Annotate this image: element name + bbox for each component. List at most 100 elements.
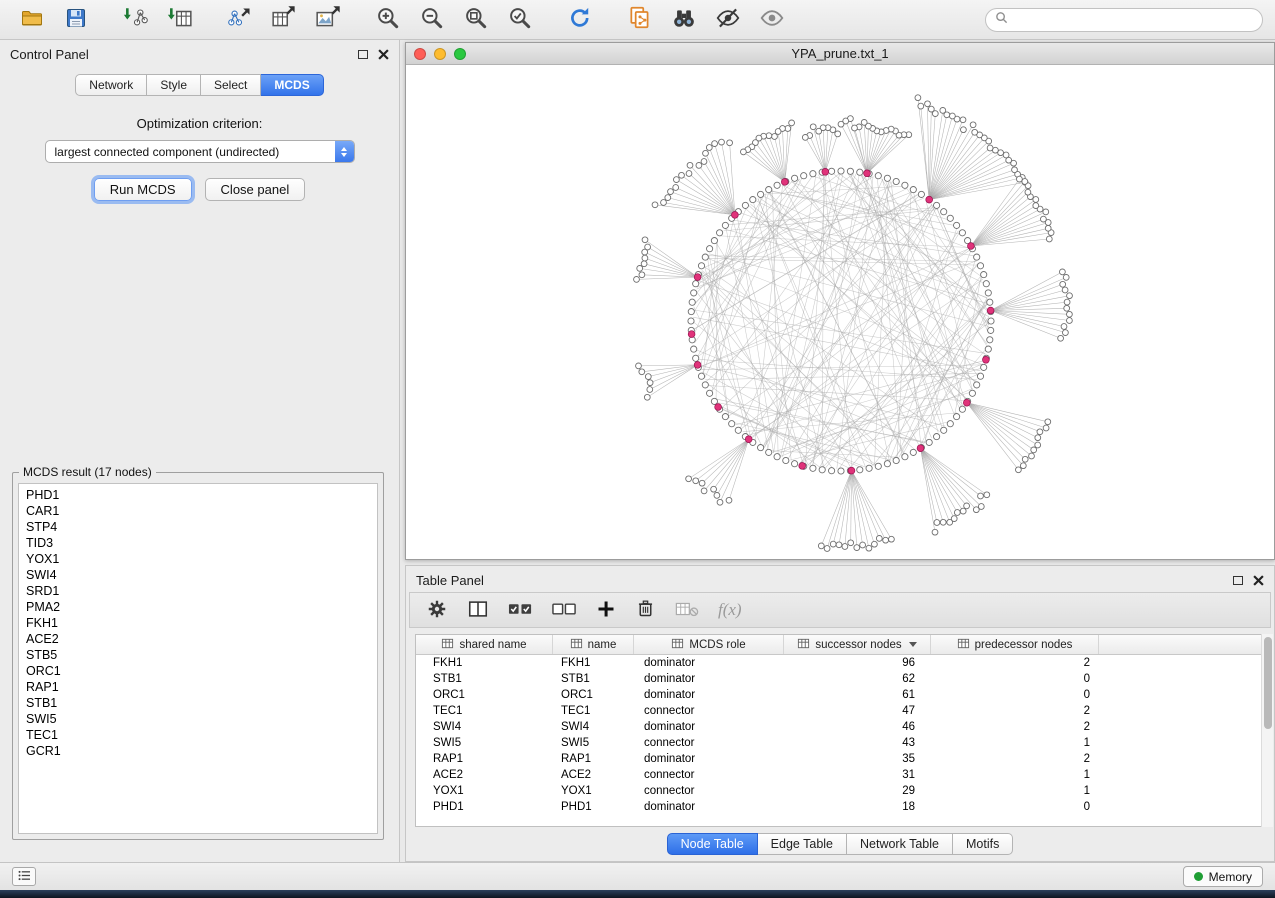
mcds-result-item[interactable]: PHD1 [26, 487, 377, 503]
mcds-result-item[interactable]: GCR1 [26, 743, 377, 759]
refresh-view-button[interactable] [560, 4, 600, 36]
select-all-columns-button[interactable] [508, 597, 533, 623]
mcds-result-item[interactable]: ACE2 [26, 631, 377, 647]
tab-mcds[interactable]: MCDS [261, 74, 323, 96]
eye-slash-icon [715, 5, 741, 34]
toolbar-separator [544, 4, 556, 36]
export-table-button[interactable] [264, 4, 304, 36]
dominator-node [694, 274, 701, 281]
import-table-button[interactable] [160, 4, 200, 36]
table-scrollbar-thumb[interactable] [1264, 637, 1272, 729]
table-row[interactable]: FKH1FKH1dominator962 [416, 655, 1264, 671]
export-network-button[interactable] [220, 4, 260, 36]
column-header-mcds-role[interactable]: MCDS role [634, 635, 784, 654]
tab-node-table[interactable]: Node Table [667, 833, 758, 855]
dominator-node [917, 445, 924, 452]
optimization-select[interactable]: largest connected component (undirected) [45, 140, 355, 163]
zoom-out-button[interactable] [412, 4, 452, 36]
function-builder-button[interactable]: f(x) [718, 597, 742, 623]
mcds-result-item[interactable]: ORC1 [26, 663, 377, 679]
table-row[interactable]: ACE2ACE2connector311 [416, 767, 1264, 783]
float-panel-icon[interactable] [358, 50, 368, 59]
dominator-node [688, 331, 695, 338]
mcds-result-item[interactable]: SRD1 [26, 583, 377, 599]
status-bar: Memory [0, 862, 1275, 890]
mcds-result-item[interactable]: TID3 [26, 535, 377, 551]
table-cell-filler [1099, 751, 1264, 767]
close-table-panel-icon[interactable] [1253, 575, 1264, 586]
table-row[interactable]: RAP1RAP1dominator352 [416, 751, 1264, 767]
mcds-result-item[interactable]: YOX1 [26, 551, 377, 567]
mcds-result-list[interactable]: PHD1CAR1STP4TID3YOX1SWI4SRD1PMA2FKH1ACE2… [18, 483, 378, 834]
zoom-selected-button[interactable] [500, 4, 540, 36]
table-row[interactable]: PHD1PHD1dominator180 [416, 799, 1264, 815]
network-window-titlebar[interactable]: YPA_prune.txt_1 [406, 43, 1274, 65]
table-cell: STB1 [416, 671, 553, 687]
tab-select[interactable]: Select [201, 74, 261, 96]
table-row[interactable]: ORC1ORC1dominator610 [416, 687, 1264, 703]
search-input[interactable] [1014, 13, 1253, 27]
dominator-node [799, 463, 806, 470]
table-cell: SWI4 [553, 719, 634, 735]
mcds-result-item[interactable]: RAP1 [26, 679, 377, 695]
table-row[interactable]: SWI4SWI4dominator462 [416, 719, 1264, 735]
float-table-panel-icon[interactable] [1233, 576, 1243, 585]
table-scrollbar[interactable] [1261, 634, 1273, 827]
mcds-result-item[interactable]: FKH1 [26, 615, 377, 631]
run-mcds-button[interactable]: Run MCDS [94, 178, 192, 201]
mcds-result-item[interactable]: TEC1 [26, 727, 377, 743]
tab-style[interactable]: Style [147, 74, 201, 96]
column-header-name[interactable]: name [553, 635, 634, 654]
mcds-result-item[interactable]: SWI4 [26, 567, 377, 583]
tab-motifs[interactable]: Motifs [953, 833, 1013, 855]
tab-edge-table[interactable]: Edge Table [758, 833, 847, 855]
table-cell: connector [634, 703, 784, 719]
memory-button[interactable]: Memory [1183, 866, 1263, 887]
checked-boxes-icon [508, 600, 533, 621]
table-settings-button[interactable] [426, 597, 448, 623]
task-history-button[interactable] [12, 867, 36, 886]
table-row[interactable]: YOX1YOX1connector291 [416, 783, 1264, 799]
zoom-in-button[interactable] [368, 4, 408, 36]
mcds-result-item[interactable]: STP4 [26, 519, 377, 535]
mcds-result-item[interactable]: PMA2 [26, 599, 377, 615]
search-field[interactable] [985, 8, 1263, 32]
mcds-result-item[interactable]: STB5 [26, 647, 377, 663]
column-header-shared-name[interactable]: shared name [416, 635, 553, 654]
mcds-result-item[interactable]: STB1 [26, 695, 377, 711]
export-image-button[interactable] [308, 4, 348, 36]
column-header-successor-nodes[interactable]: successor nodes [784, 635, 931, 654]
table-cell: 2 [931, 719, 1099, 735]
table-cell: SWI5 [416, 735, 553, 751]
unselect-all-columns-button[interactable] [552, 597, 577, 623]
mcds-result-item[interactable]: SWI5 [26, 711, 377, 727]
hide-annotations-button[interactable] [708, 4, 748, 36]
zoom-fit-button[interactable] [456, 4, 496, 36]
show-columns-button[interactable] [467, 597, 489, 623]
control-panel-tabs: NetworkStyleSelectMCDS [0, 74, 399, 96]
show-graphics-button[interactable] [752, 4, 792, 36]
mcds-result-item[interactable]: CAR1 [26, 503, 377, 519]
tab-network[interactable]: Network [75, 74, 147, 96]
close-panel-button[interactable]: Close panel [205, 178, 306, 201]
network-canvas[interactable] [406, 65, 1274, 559]
optimization-select-value: largest connected component (undirected) [46, 145, 335, 159]
create-column-button[interactable] [596, 597, 616, 623]
table-row[interactable]: TEC1TEC1connector472 [416, 703, 1264, 719]
import-network-button[interactable] [116, 4, 156, 36]
delete-table-button[interactable] [675, 597, 699, 623]
delete-column-button[interactable] [635, 597, 656, 623]
search-icon [995, 11, 1008, 29]
tab-network-table[interactable]: Network Table [847, 833, 953, 855]
find-button[interactable] [664, 4, 704, 36]
table-cell-filler [1099, 655, 1264, 671]
copy-network-button[interactable] [620, 4, 660, 36]
close-panel-icon[interactable] [378, 49, 389, 60]
list-icon [18, 868, 31, 886]
open-file-button[interactable] [12, 4, 52, 36]
table-row[interactable]: SWI5SWI5connector431 [416, 735, 1264, 751]
column-header-predecessor-nodes[interactable]: predecessor nodes [931, 635, 1099, 654]
save-session-button[interactable] [56, 4, 96, 36]
memory-status-icon [1194, 872, 1203, 881]
table-row[interactable]: STB1STB1dominator620 [416, 671, 1264, 687]
